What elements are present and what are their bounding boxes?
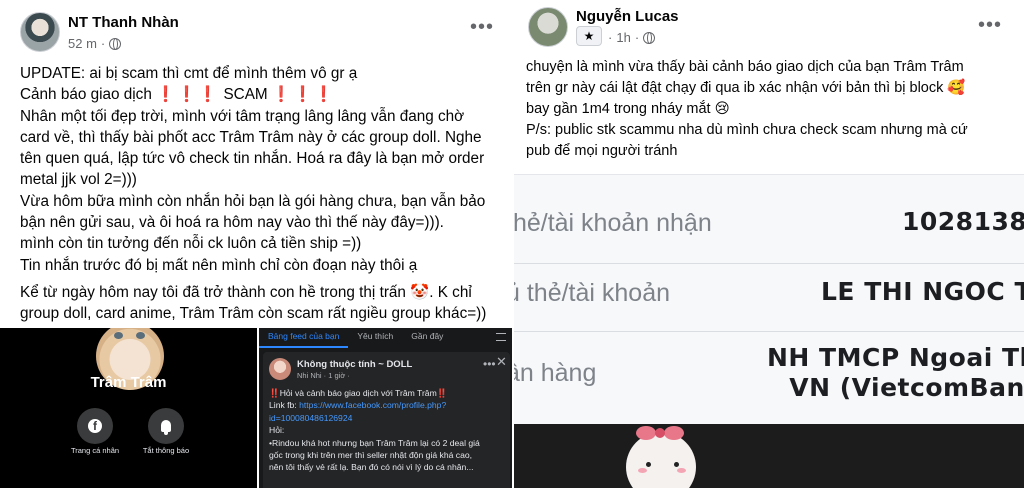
sticker-cheek (677, 468, 686, 473)
post-more-button[interactable]: ••• (470, 17, 494, 37)
group-avatar[interactable] (269, 358, 291, 380)
mute-notifications-label: Tắt thông báo (142, 446, 190, 455)
post-line: trên gr này cái lật đật chạy đi qua ib x… (526, 80, 966, 96)
post-line: nên tôi thấy vẻ rất lạ. Bạn đó có nói vì… (269, 462, 474, 473)
avatar-eye (114, 332, 123, 339)
feed-post-body: ‼️Hỏi và cảnh báo giao dịch với Trâm Trâ… (269, 387, 509, 474)
post-author-time: Nhi Nhi · 1 giờ · (297, 371, 350, 380)
right-post: Nguyễn Lucas ★ · 1h · ••• chuyện là mình… (514, 0, 1024, 174)
post-more-button[interactable]: ••• (483, 358, 496, 370)
post-line: tên quen quá, lập tức vô check tin nhắn.… (20, 150, 485, 168)
post-time[interactable]: 52 m (68, 36, 97, 51)
feed-post-card: Không thuộc tính ~ DOLL Nhi Nhi · 1 giờ … (263, 352, 510, 488)
star-badge-icon: ★ (576, 26, 602, 46)
tab-your-feed[interactable]: Bảng feed của bạn (259, 328, 349, 348)
profile-link[interactable]: https://www.facebook.com/profile.php? (299, 400, 446, 410)
dot-separator: · (100, 36, 106, 51)
dot-separator: · (634, 30, 640, 45)
post-meta: Nhi Nhi · 1 giờ · (297, 371, 350, 380)
post-line: Cảnh báo giao dịch ❗❗❗ SCAM ❗❗❗ (20, 86, 336, 104)
account-owner: LE THI NGOC TRA (821, 277, 1024, 306)
post-line: Kể từ ngày hôm nay tôi đã trở thành con … (20, 283, 472, 301)
sticker-eye (674, 462, 679, 467)
sliders-icon[interactable] (496, 333, 506, 341)
alarm-emoji: ❗❗❗ (271, 86, 336, 104)
transaction-details: thẻ/tài khoản nhận 10281380 ủ thẻ/tài kh… (514, 174, 1024, 424)
bank-name: NH TMCP Ngoai ThuoVN (VietcomBan (767, 343, 1024, 402)
txn-label: ủ thẻ/tài khoản (514, 279, 671, 307)
divider (514, 331, 1024, 332)
mute-notifications-button[interactable] (148, 408, 184, 444)
post-line: Tin nhắn trước đó bị mất nên mình chỉ cò… (20, 256, 418, 274)
post-title: ‼️Hỏi và cảnh báo giao dịch với Trâm Trâ… (269, 388, 448, 398)
bow-icon (634, 426, 686, 442)
author-avatar[interactable] (20, 12, 60, 52)
sticker-eye (646, 462, 651, 467)
group-name[interactable]: Không thuộc tính ~ DOLL (297, 359, 412, 370)
post-time[interactable]: 1h (616, 30, 630, 45)
avatar-eye (136, 332, 145, 339)
post-author-name[interactable]: Nguyễn Lucas (576, 8, 679, 25)
close-icon[interactable]: ✕ (496, 354, 507, 370)
post-meta: · 1h · (608, 30, 656, 45)
globe-icon (109, 37, 122, 50)
post-line: metal jjk vol 2=))) (20, 171, 137, 189)
post-line: gốc trong khi trên mer thì seller nhật đ… (269, 450, 473, 461)
post-line: bay gần 1m4 trong nháy mắt 😢 (526, 101, 730, 117)
txn-label: ân hàng (514, 359, 597, 387)
post-line: P/s: public stk scammu nha dù mình chưa … (526, 122, 968, 138)
left-post: NT Thanh Nhàn 52 m · ••• UPDATE: ai bị s… (0, 0, 512, 328)
post-line: chuyện là mình vừa thấy bài cảnh báo gia… (526, 59, 964, 75)
account-number: 10281380 (902, 207, 1024, 236)
post-line: Nhân một tối đẹp trời, mình với tâm trạn… (20, 107, 465, 125)
scam-word: SCAM (223, 86, 268, 104)
bell-icon (161, 420, 171, 435)
facebook-icon: f (88, 419, 102, 433)
tab-favorites[interactable]: Yêu thích (348, 328, 402, 348)
txn-label: thẻ/tài khoản nhận (514, 209, 712, 237)
divider (514, 263, 1024, 264)
post-line: pub để mọi người tránh (526, 143, 678, 159)
dot-separator: · (608, 30, 613, 45)
post-body: UPDATE: ai bị scam thì cmt để mình thêm … (20, 63, 506, 325)
post-line: mình còn tin tưởng đến nỗi ck luôn cả ti… (20, 235, 362, 253)
post-line: Vừa hôm bữa mình còn nhắn hỏi bạn là gói… (20, 192, 486, 210)
post-line: card về, thì thấy bài phốt acc Trâm Trâm… (20, 128, 482, 146)
sticker-image (514, 424, 1024, 488)
post-line: group doll, card anime, Trâm Trâm còn sc… (20, 305, 487, 323)
profile-page-label: Trang cá nhân (70, 446, 120, 455)
post-meta: 52 m · (68, 36, 122, 51)
profile-screenshot: Trâm Trâm f Trang cá nhân Tắt thông báo (0, 328, 257, 488)
post-line: •Rindou khá hot nhưng bạn Trâm Trâm lại … (269, 437, 480, 448)
post-line: bận nên gửi sau, và ôi hoá ra hôm nay và… (20, 214, 444, 232)
profile-link-id[interactable]: id=100080486126924 (269, 412, 509, 424)
post-line: Link fb: https://www.facebook.com/profil… (269, 400, 447, 411)
post-line: UPDATE: ai bị scam thì cmt để mình thêm … (20, 65, 358, 82)
group-members-icon (643, 31, 656, 44)
profile-name: Trâm Trâm (90, 374, 167, 391)
feed-tabs: Bảng feed của bạn Yêu thích Gần đây (259, 328, 512, 348)
post-line: Hỏi: (269, 425, 285, 436)
alarm-emoji: ❗❗❗ (156, 86, 220, 104)
author-avatar[interactable] (528, 7, 568, 47)
post-author-name[interactable]: NT Thanh Nhàn (68, 14, 179, 31)
post-more-button[interactable]: ••• (978, 15, 1002, 35)
tab-recent[interactable]: Gần đây (402, 328, 452, 348)
post-body: chuyện là mình vừa thấy bài cảnh báo gia… (526, 57, 1021, 162)
profile-page-button[interactable]: f (77, 408, 113, 444)
sticker-cheek (638, 468, 647, 473)
feed-screenshot: Bảng feed của bạn Yêu thích Gần đây Khôn… (257, 328, 512, 488)
